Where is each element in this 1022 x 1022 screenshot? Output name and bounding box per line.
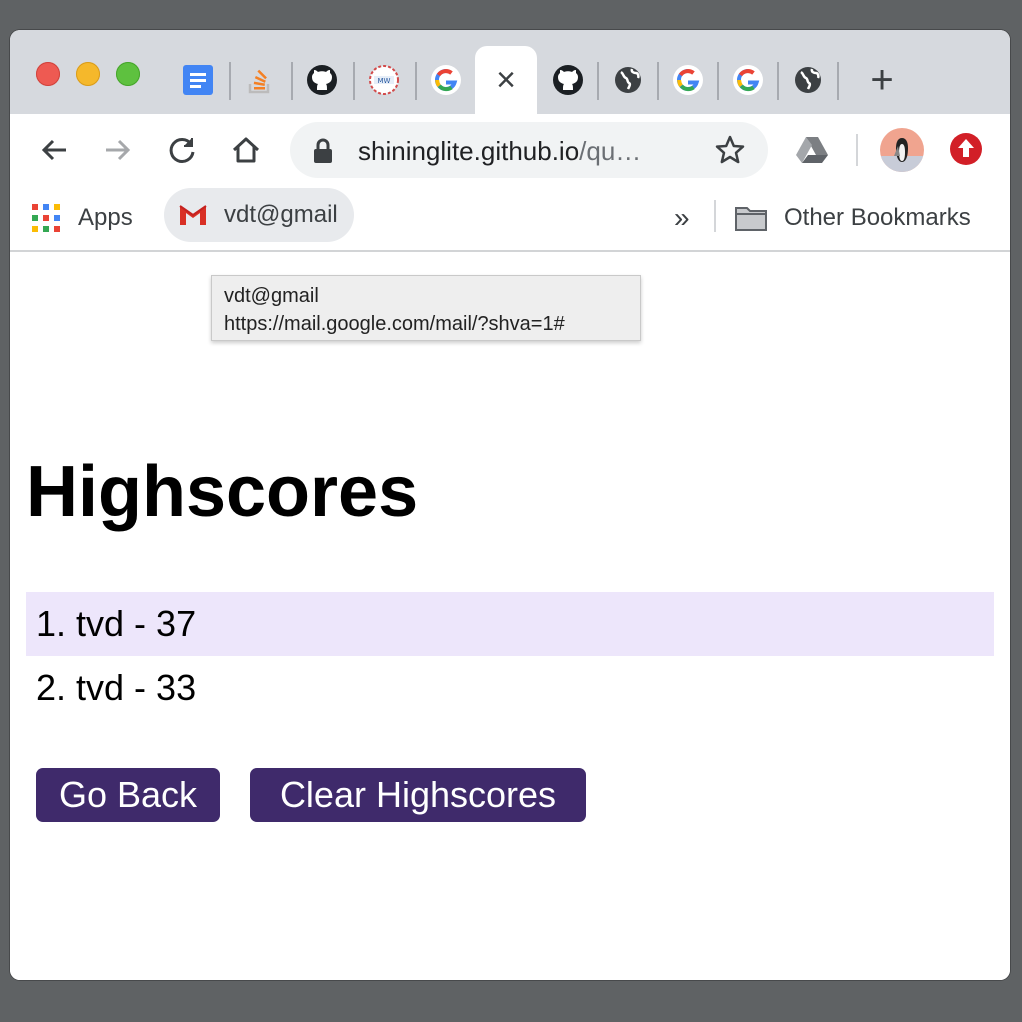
window-maximize-button[interactable] [116, 62, 140, 86]
google-drive-icon [796, 137, 828, 163]
tab-github[interactable] [291, 46, 353, 114]
tab-google[interactable] [717, 46, 779, 114]
tab-google-docs[interactable] [167, 46, 229, 114]
new-tab-button[interactable]: + [862, 60, 902, 100]
page-content: Highscores 1. tvd - 37 2. tvd - 33 Go Ba… [10, 252, 1010, 980]
browser-window: MW × + shininglite.github.io/qu… Apps vd… [10, 30, 1010, 980]
bookmark-other[interactable]: Other Bookmarks [734, 196, 971, 240]
bookmark-gmail-label: vdt@gmail [224, 201, 338, 228]
avatar-image [880, 128, 924, 172]
folder-icon [735, 207, 767, 231]
list-item: 1. tvd - 37 [26, 592, 994, 656]
tab-site[interactable]: MW [353, 46, 415, 114]
tab-separator [837, 62, 839, 100]
forward-arrow-icon [106, 139, 131, 161]
update-icon[interactable] [949, 132, 983, 166]
bookmark-apps[interactable]: Apps [32, 196, 133, 240]
page-title: Highscores [26, 452, 419, 532]
tab-github[interactable] [537, 46, 599, 114]
browser-toolbar: shininglite.github.io/qu… [10, 114, 1010, 186]
bookmark-other-label: Other Bookmarks [784, 204, 971, 231]
tab-google[interactable] [657, 46, 719, 114]
window-minimize-button[interactable] [76, 62, 100, 86]
bookmark-gmail[interactable]: vdt@gmail [164, 188, 354, 242]
toolbar-separator [856, 134, 858, 166]
google-icon [672, 64, 704, 96]
google-icon [732, 64, 764, 96]
bookmark-star-icon[interactable] [714, 134, 746, 166]
highscores-list: 1. tvd - 37 2. tvd - 33 [26, 592, 994, 720]
reload-button[interactable] [158, 126, 206, 174]
tooltip-title: vdt@gmail [224, 285, 319, 307]
google-icon [430, 64, 462, 96]
gmail-icon [179, 205, 207, 225]
bookmarks-bar: Apps vdt@gmail » Other Bookmarks [10, 186, 1010, 252]
bookmarks-separator [714, 200, 716, 232]
tab-strip: MW × + [10, 30, 1010, 114]
url-path: /qu… [579, 136, 642, 166]
tooltip-url: https://mail.google.com/mail/?shva=1# [224, 313, 565, 335]
back-button[interactable] [30, 126, 78, 174]
window-close-button[interactable] [36, 62, 60, 86]
home-icon [232, 137, 260, 163]
address-bar[interactable]: shininglite.github.io/qu… [290, 122, 768, 178]
tab-active[interactable]: × [475, 46, 537, 114]
globe-icon [792, 64, 824, 96]
site-logo-icon: MW [368, 64, 400, 96]
google-docs-icon [182, 64, 214, 96]
bookmark-apps-label: Apps [78, 204, 133, 231]
bookmark-tooltip: vdt@gmail https://mail.google.com/mail/?… [211, 275, 641, 341]
google-drive-extension[interactable] [788, 126, 836, 174]
url-host: shininglite.github.io [358, 136, 580, 166]
forward-button[interactable] [94, 126, 142, 174]
github-icon [306, 64, 338, 96]
back-arrow-icon [41, 139, 66, 161]
github-icon [552, 64, 584, 96]
svg-text:MW: MW [378, 77, 391, 85]
stackoverflow-icon [244, 64, 276, 96]
apps-grid-icon [32, 204, 60, 232]
tab-stackoverflow[interactable] [229, 46, 291, 114]
tab-google[interactable] [415, 46, 477, 114]
bookmarks-overflow-button[interactable]: » [674, 196, 690, 240]
tab-globe[interactable] [777, 46, 839, 114]
globe-icon [612, 64, 644, 96]
list-item: 2. tvd - 33 [36, 667, 197, 708]
reload-icon [169, 137, 195, 163]
tab-globe[interactable] [597, 46, 659, 114]
close-icon[interactable]: × [496, 63, 516, 97]
go-back-button[interactable]: Go Back [36, 768, 220, 822]
url-text[interactable]: shininglite.github.io/qu… [358, 136, 688, 166]
clear-highscores-button[interactable]: Clear Highscores [250, 768, 586, 822]
plus-icon: + [870, 58, 894, 102]
lock-icon [314, 138, 332, 163]
profile-avatar[interactable] [880, 128, 924, 172]
home-button[interactable] [222, 126, 270, 174]
